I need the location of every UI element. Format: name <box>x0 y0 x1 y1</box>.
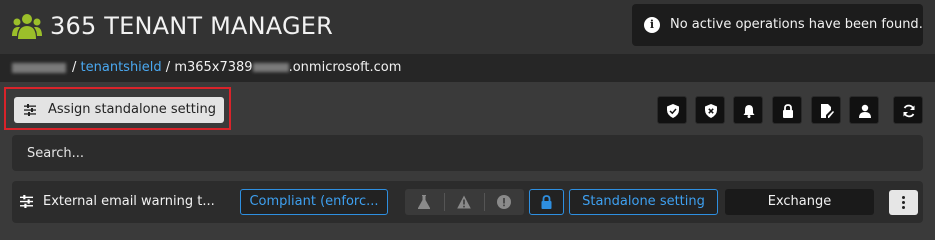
more-options-button[interactable] <box>889 190 918 215</box>
more-dot <box>902 201 905 204</box>
refresh-icon <box>903 104 915 118</box>
warning-icon <box>457 195 471 209</box>
assign-highlight-frame: Assign standalone setting <box>4 87 231 130</box>
shield-x-button[interactable] <box>695 96 725 124</box>
tenant-name-prefix: m365x7389 <box>174 60 253 75</box>
flask-icon <box>418 195 430 209</box>
app-title: 365 TENANT MANAGER <box>50 12 333 40</box>
workload-label: Exchange <box>725 189 874 215</box>
breadcrumb-separator: / <box>165 60 171 75</box>
setting-title[interactable]: External email warning t... <box>43 194 215 210</box>
shield-check-button[interactable] <box>657 96 687 124</box>
error-toggle[interactable] <box>485 189 524 215</box>
user-button[interactable] <box>849 96 879 124</box>
assign-button-label: Assign standalone setting <box>48 102 216 117</box>
breadcrumb-separator: / <box>72 60 77 75</box>
refresh-button[interactable] <box>893 96 923 124</box>
search-bar <box>12 135 923 171</box>
status-icon-group <box>405 189 524 215</box>
operations-toast: i No active operations have been found. <box>632 4 923 46</box>
assign-standalone-setting-button[interactable]: Assign standalone setting <box>14 97 224 123</box>
breadcrumb-link-tenantshield[interactable]: tenantshield <box>81 60 162 75</box>
edit-document-button[interactable] <box>811 96 841 124</box>
search-input[interactable] <box>12 135 923 171</box>
more-dot <box>902 206 905 209</box>
redacted-tenant-part <box>252 63 289 72</box>
info-icon: i <box>644 17 660 33</box>
test-mode-toggle[interactable] <box>405 189 444 215</box>
setting-type-button[interactable]: Standalone setting <box>569 189 718 215</box>
sliders-icon <box>20 195 33 208</box>
toast-message: No active operations have been found. <box>670 17 923 32</box>
lock-button[interactable] <box>772 96 802 124</box>
bell-icon <box>743 105 755 118</box>
sliders-icon <box>24 104 36 116</box>
warning-toggle[interactable] <box>445 189 484 215</box>
setting-row[interactable]: External email warning t... Compliant (e… <box>12 181 923 223</box>
shield-x-icon <box>705 104 717 118</box>
app-header: 365 TENANT MANAGER i No active operation… <box>0 0 935 54</box>
notifications-button[interactable] <box>733 96 763 124</box>
setting-lock-button[interactable] <box>529 189 564 215</box>
users-icon <box>12 14 42 39</box>
compliance-status-button[interactable]: Compliant (enforc... <box>240 189 388 215</box>
more-dot <box>902 196 905 199</box>
user-icon <box>859 104 871 118</box>
error-icon <box>497 195 511 209</box>
lock-icon <box>783 104 793 118</box>
lock-icon <box>541 195 552 209</box>
redacted-crumb <box>12 63 66 73</box>
tenant-name-suffix: .onmicrosoft.com <box>288 60 402 75</box>
edit-document-icon <box>821 104 834 118</box>
shield-check-icon <box>667 104 679 118</box>
breadcrumb: / tenantshield / m365x7389 .onmicrosoft.c… <box>0 54 935 82</box>
